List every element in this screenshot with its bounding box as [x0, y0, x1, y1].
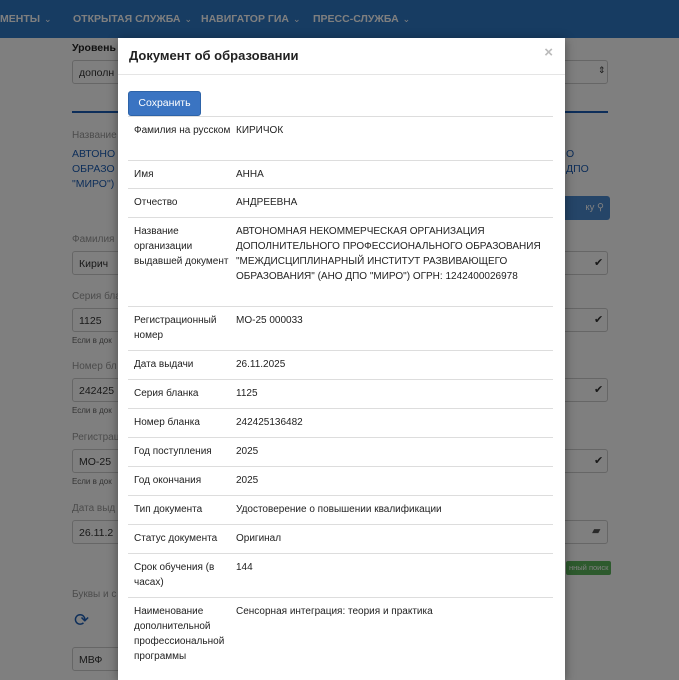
row-value: АННА — [236, 169, 264, 180]
close-icon[interactable]: × — [544, 44, 553, 61]
row-value: 2025 — [236, 475, 259, 486]
table-row: Название организации выдавшей документ А… — [128, 217, 553, 306]
row-value: 26.11.2025 — [236, 359, 286, 370]
table-row: Дата выдачи 26.11.2025 — [128, 350, 553, 379]
row-value: 1125 — [236, 388, 258, 399]
row-label: Год окончания — [134, 475, 202, 486]
row-value: АВТОНОМНАЯ НЕКОММЕРЧЕСКАЯ ОРГАНИЗАЦИЯ ДО… — [236, 226, 541, 282]
education-document-modal: Документ об образовании × Сохранить Фами… — [118, 38, 565, 680]
table-row: Фамилия на русском КИРИЧОК — [128, 116, 553, 160]
row-label: Серия бланка — [134, 388, 199, 399]
row-label: Наименование дополнительной профессионал… — [134, 606, 225, 662]
row-value: АНДРЕЕВНА — [236, 197, 298, 208]
row-value: 144 — [236, 562, 253, 573]
row-label: Срок обучения (в часах) — [134, 562, 215, 588]
table-row: Статус документа Оригинал — [128, 524, 553, 553]
row-label: Статус документа — [134, 533, 218, 544]
table-row: Номер бланка 242425136482 — [128, 408, 553, 437]
table-row: Наименование дополнительной профессионал… — [128, 597, 553, 678]
table-row: Год окончания 2025 — [128, 466, 553, 495]
row-value: 2025 — [236, 446, 259, 457]
row-value: МО-25 000033 — [236, 315, 303, 326]
row-label: Номер бланка — [134, 417, 200, 428]
row-value: Оригинал — [236, 533, 282, 544]
table-row: Отчество АНДРЕЕВНА — [128, 188, 553, 217]
table-row: Серия бланка 1125 — [128, 379, 553, 408]
row-value: Удостоверение о повышении квалификации — [236, 504, 442, 515]
document-details-table: Фамилия на русском КИРИЧОК Имя АННА Отче… — [128, 116, 553, 678]
modal-title: Документ об образовании — [129, 48, 299, 63]
table-row: Имя АННА — [128, 160, 553, 188]
row-value: Сенсорная интеграция: теория и практика — [236, 606, 433, 617]
row-label: Регистрационный номер — [134, 315, 217, 341]
table-row: Год поступления 2025 — [128, 437, 553, 466]
row-value: 242425136482 — [236, 417, 303, 428]
row-label: Год поступления — [134, 446, 212, 457]
row-label: Имя — [134, 169, 154, 180]
row-label: Тип документа — [134, 504, 203, 515]
table-row: Тип документа Удостоверение о повышении … — [128, 495, 553, 524]
table-row: Срок обучения (в часах) 144 — [128, 553, 553, 597]
row-label: Название организации выдавшей документ — [134, 226, 229, 267]
row-label: Фамилия на русском — [134, 125, 231, 136]
row-label: Отчество — [134, 197, 178, 208]
table-row: Регистрационный номер МО-25 000033 — [128, 306, 553, 350]
row-label: Дата выдачи — [134, 359, 194, 370]
modal-header: Документ об образовании × — [118, 38, 565, 75]
save-button[interactable]: Сохранить — [128, 91, 201, 116]
row-value: КИРИЧОК — [236, 125, 284, 136]
